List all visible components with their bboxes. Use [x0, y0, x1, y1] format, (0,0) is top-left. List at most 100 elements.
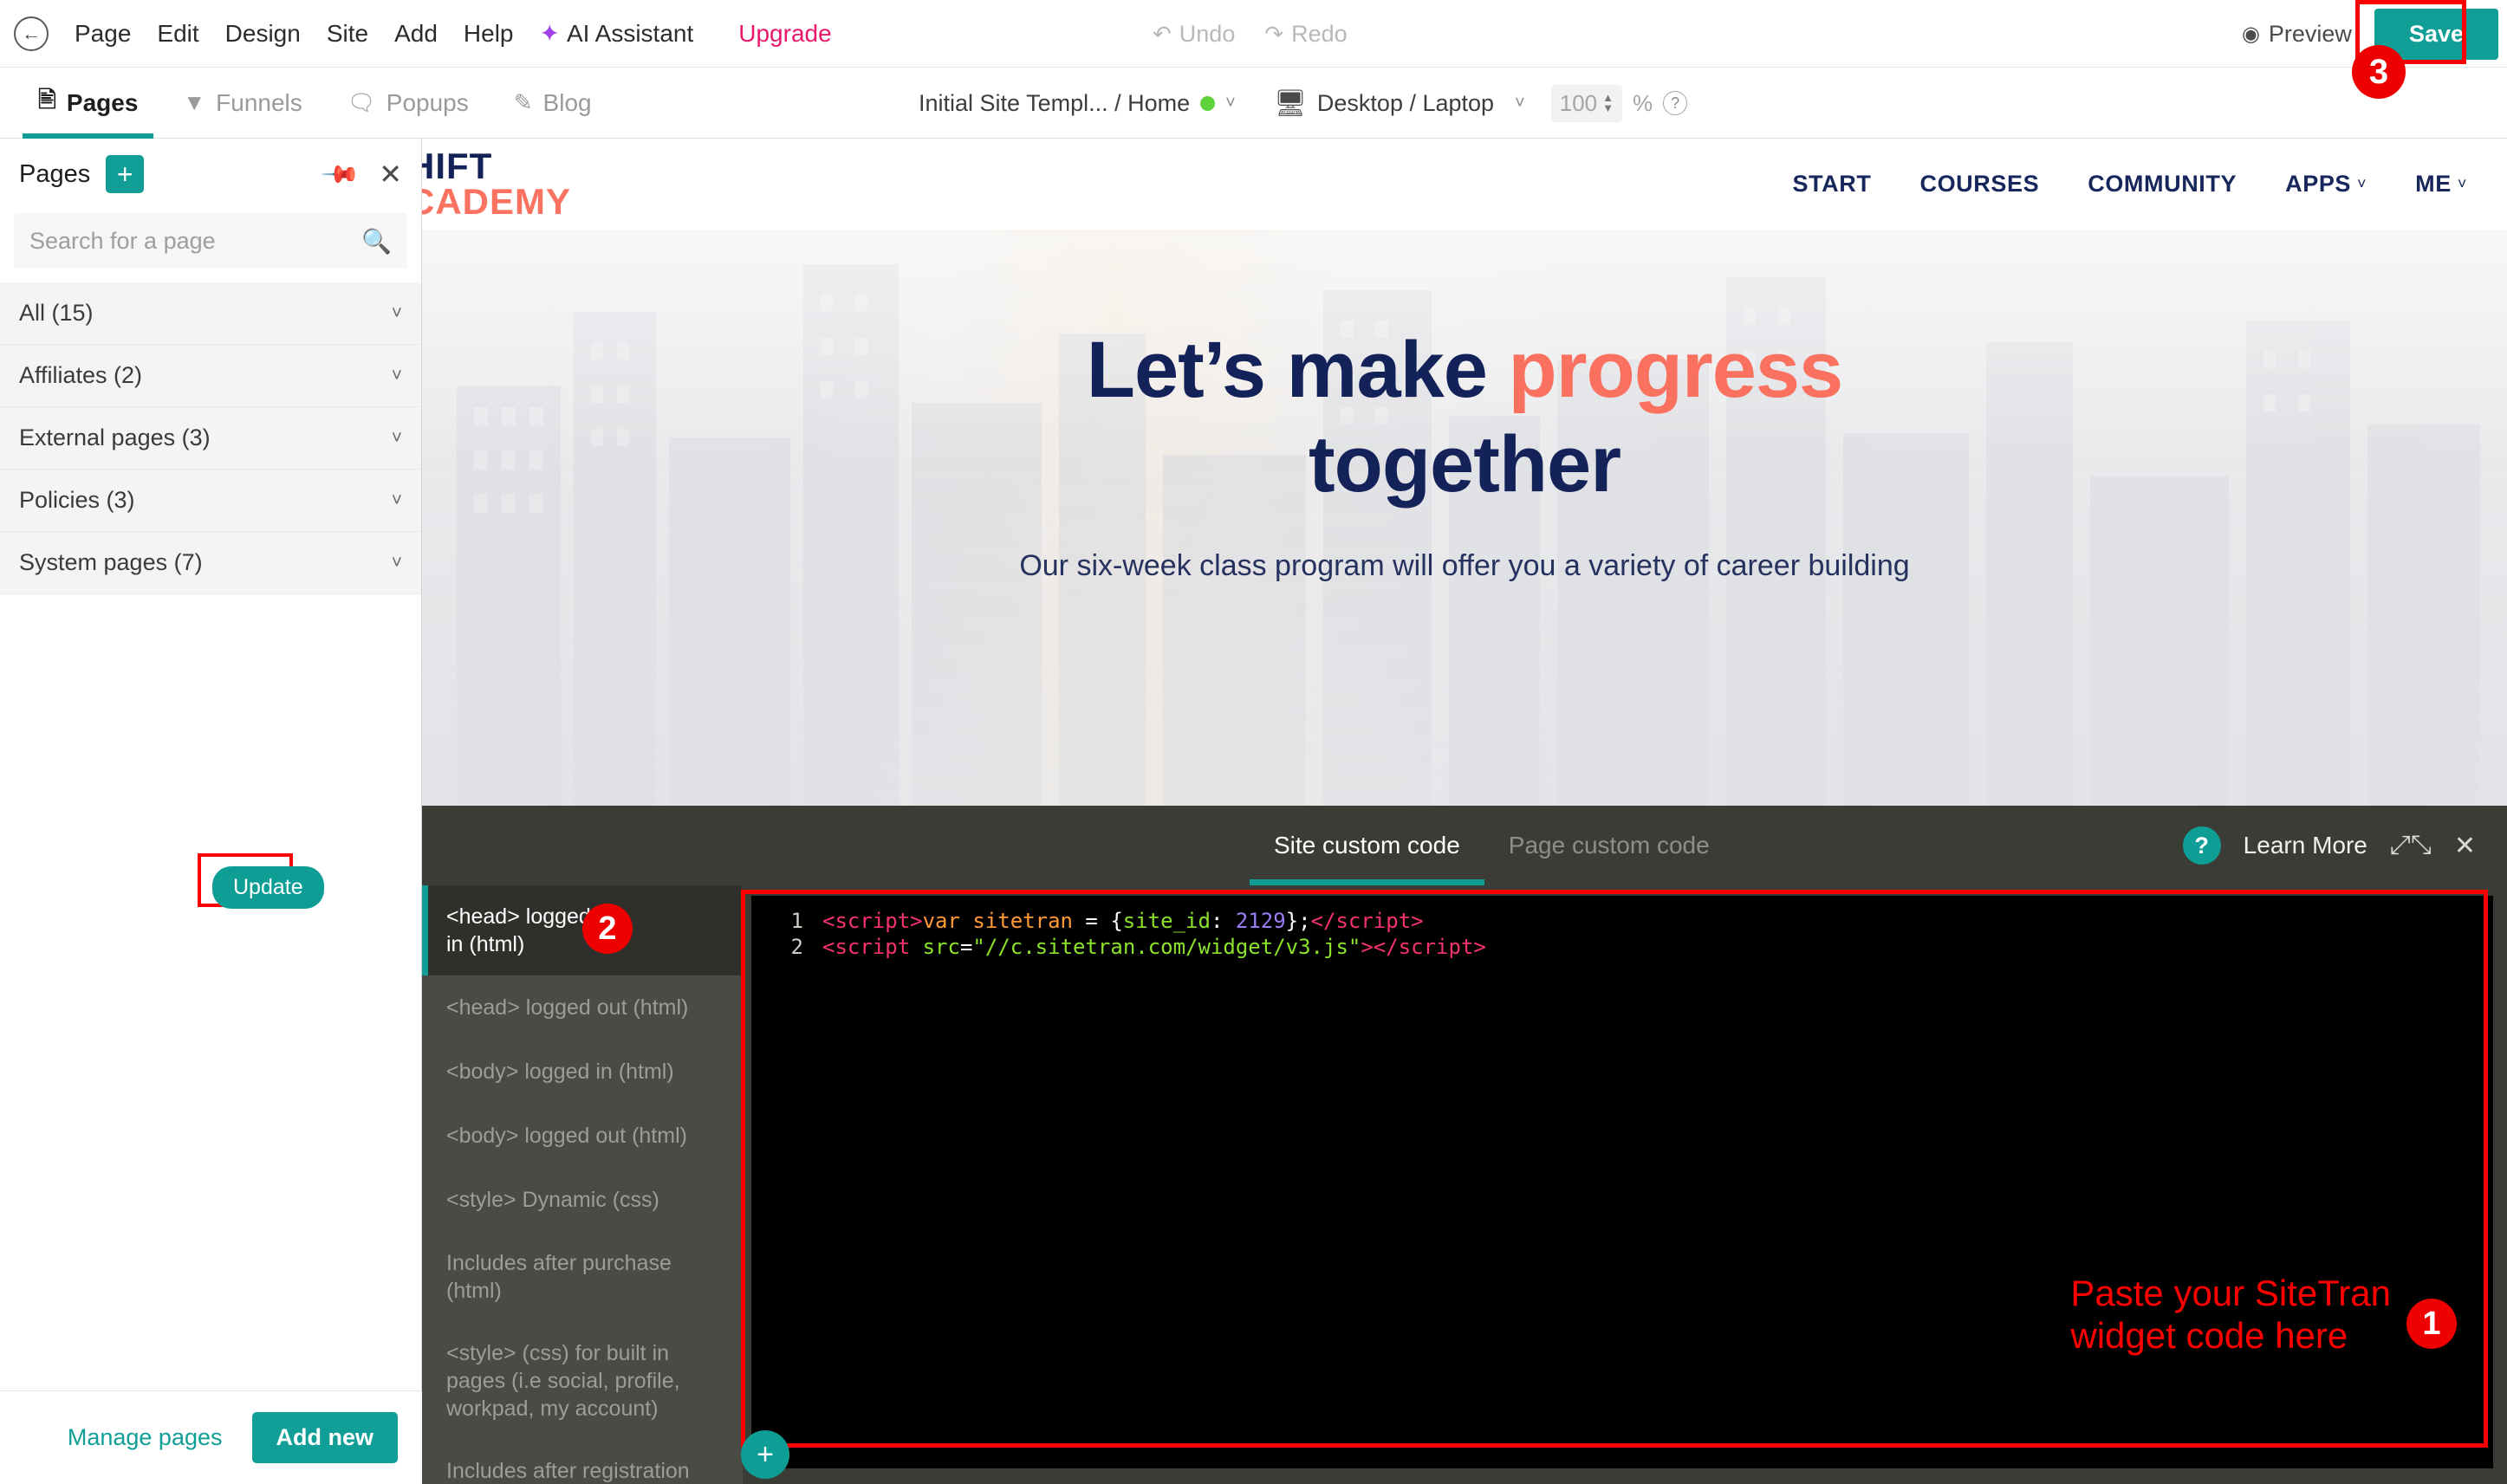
- code-line-content: <script>var sitetran = {site_id: 2129};<…: [822, 908, 1424, 934]
- breadcrumb[interactable]: Initial Site Templ... / Home: [919, 90, 1190, 117]
- tab-funnels[interactable]: ▼ Funnels: [160, 68, 324, 139]
- page-status-dot: [1200, 96, 1215, 111]
- code-panel-header: Site custom code Page custom code ? Lear…: [422, 806, 2507, 885]
- site-logo[interactable]: HIFT CADEMY: [422, 149, 571, 219]
- search-icon[interactable]: 🔍: [361, 227, 392, 256]
- logo-line-2: CADEMY: [422, 185, 571, 219]
- tab-blog[interactable]: ✎ Blog: [491, 68, 614, 139]
- search-page-field[interactable]: 🔍: [14, 213, 407, 269]
- menu-item-design[interactable]: Design: [225, 20, 301, 48]
- site-nav-me[interactable]: ME ˅: [2415, 171, 2467, 198]
- code-line: 2 <script src="//c.sitetran.com/widget/v…: [751, 934, 2493, 960]
- undo-redo-group: ↶ Undo ↷ Redo: [1153, 0, 1348, 68]
- hero-content: Let’s make progress together Our six-wee…: [422, 230, 2507, 583]
- code-type-includes-after-purchase[interactable]: Includes after purchase (html): [422, 1232, 743, 1322]
- question-mark-icon[interactable]: ?: [2183, 826, 2221, 865]
- hero-headline-part-1: Let’s make: [1087, 326, 1509, 414]
- hero-headline-line-2: together: [422, 418, 2507, 512]
- tab-page-custom-code[interactable]: Page custom code: [1484, 806, 1734, 885]
- top-menu-bar: ← Page Edit Design Site Add Help ✦ AI As…: [0, 0, 2507, 68]
- code-type-style-builtin-pages[interactable]: <style> (css) for built in pages (i.e so…: [422, 1322, 743, 1440]
- manage-pages-link[interactable]: Manage pages: [68, 1424, 223, 1451]
- sidebar-item-label: All (15): [19, 300, 94, 327]
- eye-icon: ◉: [2242, 22, 2260, 47]
- menu-item-ai-assistant[interactable]: ✦ AI Assistant: [540, 19, 694, 48]
- sidebar-item-affiliates[interactable]: Affiliates (2) ˅: [0, 345, 421, 407]
- close-icon-sidebar[interactable]: ✕: [379, 158, 402, 191]
- menu-item-add[interactable]: Add: [394, 20, 438, 48]
- add-code-block-plus-icon[interactable]: +: [741, 1430, 789, 1479]
- back-arrow-circle-icon[interactable]: ←: [14, 16, 49, 51]
- menu-item-page[interactable]: Page: [75, 20, 131, 48]
- tab-blog-label: Blog: [543, 89, 592, 117]
- code-type-list: <head> logged in (html) <head> logged ou…: [422, 885, 743, 1484]
- sidebar-header: Pages + 📌 ✕: [0, 139, 421, 210]
- redo-button[interactable]: ↷ Redo: [1264, 21, 1347, 48]
- code-type-head-logged-out[interactable]: <head> logged out (html): [422, 975, 743, 1040]
- site-nav-start[interactable]: START: [1792, 171, 1871, 198]
- code-type-body-logged-in[interactable]: <body> logged in (html): [422, 1040, 743, 1104]
- undo-button[interactable]: ↶ Undo: [1153, 21, 1235, 48]
- hero-headline-accent: progress: [1509, 326, 1843, 414]
- code-line: 1 <script>var sitetran = {site_id: 2129}…: [751, 896, 2493, 934]
- close-icon-code-panel[interactable]: ✕: [2454, 831, 2476, 861]
- undo-arrow-icon: ↶: [1153, 21, 1172, 48]
- sidebar-item-all[interactable]: All (15) ˅: [0, 282, 421, 345]
- site-nav-label: APPS: [2285, 171, 2351, 198]
- tab-popups[interactable]: 🗨 Popups: [325, 68, 491, 139]
- chevron-down-icon: ˅: [392, 303, 402, 324]
- site-nav-apps[interactable]: APPS ˅: [2285, 171, 2367, 198]
- site-nav-links: START COURSES COMMUNITY APPS ˅ ME ˅: [1792, 171, 2467, 198]
- menu-item-site[interactable]: Site: [327, 20, 368, 48]
- pin-icon[interactable]: 📌: [321, 153, 362, 195]
- sidebar-item-label: External pages (3): [19, 424, 211, 451]
- code-type-body-logged-out[interactable]: <body> logged out (html): [422, 1104, 743, 1168]
- page-groups-list: All (15) ˅ Affiliates (2) ˅ External pag…: [0, 282, 421, 594]
- paste-instruction-annotation: Paste your SiteTran widget code here: [2070, 1272, 2391, 1358]
- tab-popups-label: Popups: [386, 89, 469, 117]
- site-nav-label: START: [1792, 171, 1871, 198]
- help-hint-icon[interactable]: ?: [1663, 91, 1687, 115]
- code-type-includes-after-registration[interactable]: Includes after registration (html): [422, 1440, 743, 1484]
- monitor-icon: 🖥: [1274, 88, 1307, 119]
- ai-assistant-label: AI Assistant: [567, 20, 693, 48]
- tab-pages[interactable]: 🖹 Pages: [16, 68, 160, 139]
- annotation-badge-2: 2: [582, 904, 633, 954]
- logo-line-1: HIFT: [422, 149, 571, 184]
- site-nav-label: COURSES: [1919, 171, 2039, 198]
- sidebar-item-policies[interactable]: Policies (3) ˅: [0, 470, 421, 532]
- breadcrumb-bar: Initial Site Templ... / Home ˅ 🖥 Desktop…: [919, 68, 1687, 139]
- code-editor[interactable]: 1 <script>var sitetran = {site_id: 2129}…: [751, 896, 2493, 1468]
- sidebar-item-label: Policies (3): [19, 487, 135, 514]
- sidebar-item-system-pages[interactable]: System pages (7) ˅: [0, 532, 421, 594]
- hero-section: Let’s make progress together Our six-wee…: [422, 230, 2507, 806]
- site-nav-courses[interactable]: COURSES: [1919, 171, 2039, 198]
- tab-site-custom-code[interactable]: Site custom code: [1250, 806, 1484, 885]
- code-type-style-dynamic[interactable]: <style> Dynamic (css): [422, 1168, 743, 1232]
- preview-button[interactable]: ◉ Preview: [2242, 21, 2352, 48]
- upgrade-link[interactable]: Upgrade: [738, 20, 831, 48]
- zoom-stepper[interactable]: 100 ▲▼: [1551, 85, 1622, 122]
- line-number: 2: [774, 934, 803, 960]
- chevron-down-icon: ˅: [392, 428, 402, 449]
- learn-more-link[interactable]: Learn More: [2244, 832, 2367, 859]
- sidebar-title: Pages: [19, 160, 90, 189]
- chevron-down-icon: ˅: [392, 490, 402, 511]
- code-panel-body: <head> logged in (html) <head> logged ou…: [422, 885, 2507, 1484]
- menu-item-edit[interactable]: Edit: [157, 20, 198, 48]
- sidebar-item-label: Affiliates (2): [19, 362, 142, 389]
- search-input[interactable]: [29, 228, 361, 255]
- expand-icon[interactable]: ⤢⤡: [2390, 831, 2432, 860]
- add-page-plus-icon[interactable]: +: [106, 155, 144, 193]
- line-number: 1: [774, 908, 803, 934]
- device-selector[interactable]: 🖥 Desktop / Laptop ˅: [1274, 88, 1525, 119]
- speech-bubble-icon: 🗨: [347, 89, 376, 116]
- sidebar-item-external-pages[interactable]: External pages (3) ˅: [0, 407, 421, 470]
- chevron-down-icon-breadcrumb[interactable]: ˅: [1225, 94, 1236, 113]
- update-button[interactable]: Update: [212, 866, 324, 909]
- add-new-button[interactable]: Add new: [252, 1412, 399, 1463]
- spinner-arrows-icon[interactable]: ▲▼: [1602, 93, 1614, 113]
- site-nav-community[interactable]: COMMUNITY: [2088, 171, 2237, 198]
- menu-item-help[interactable]: Help: [464, 20, 514, 48]
- site-nav-label: COMMUNITY: [2088, 171, 2237, 198]
